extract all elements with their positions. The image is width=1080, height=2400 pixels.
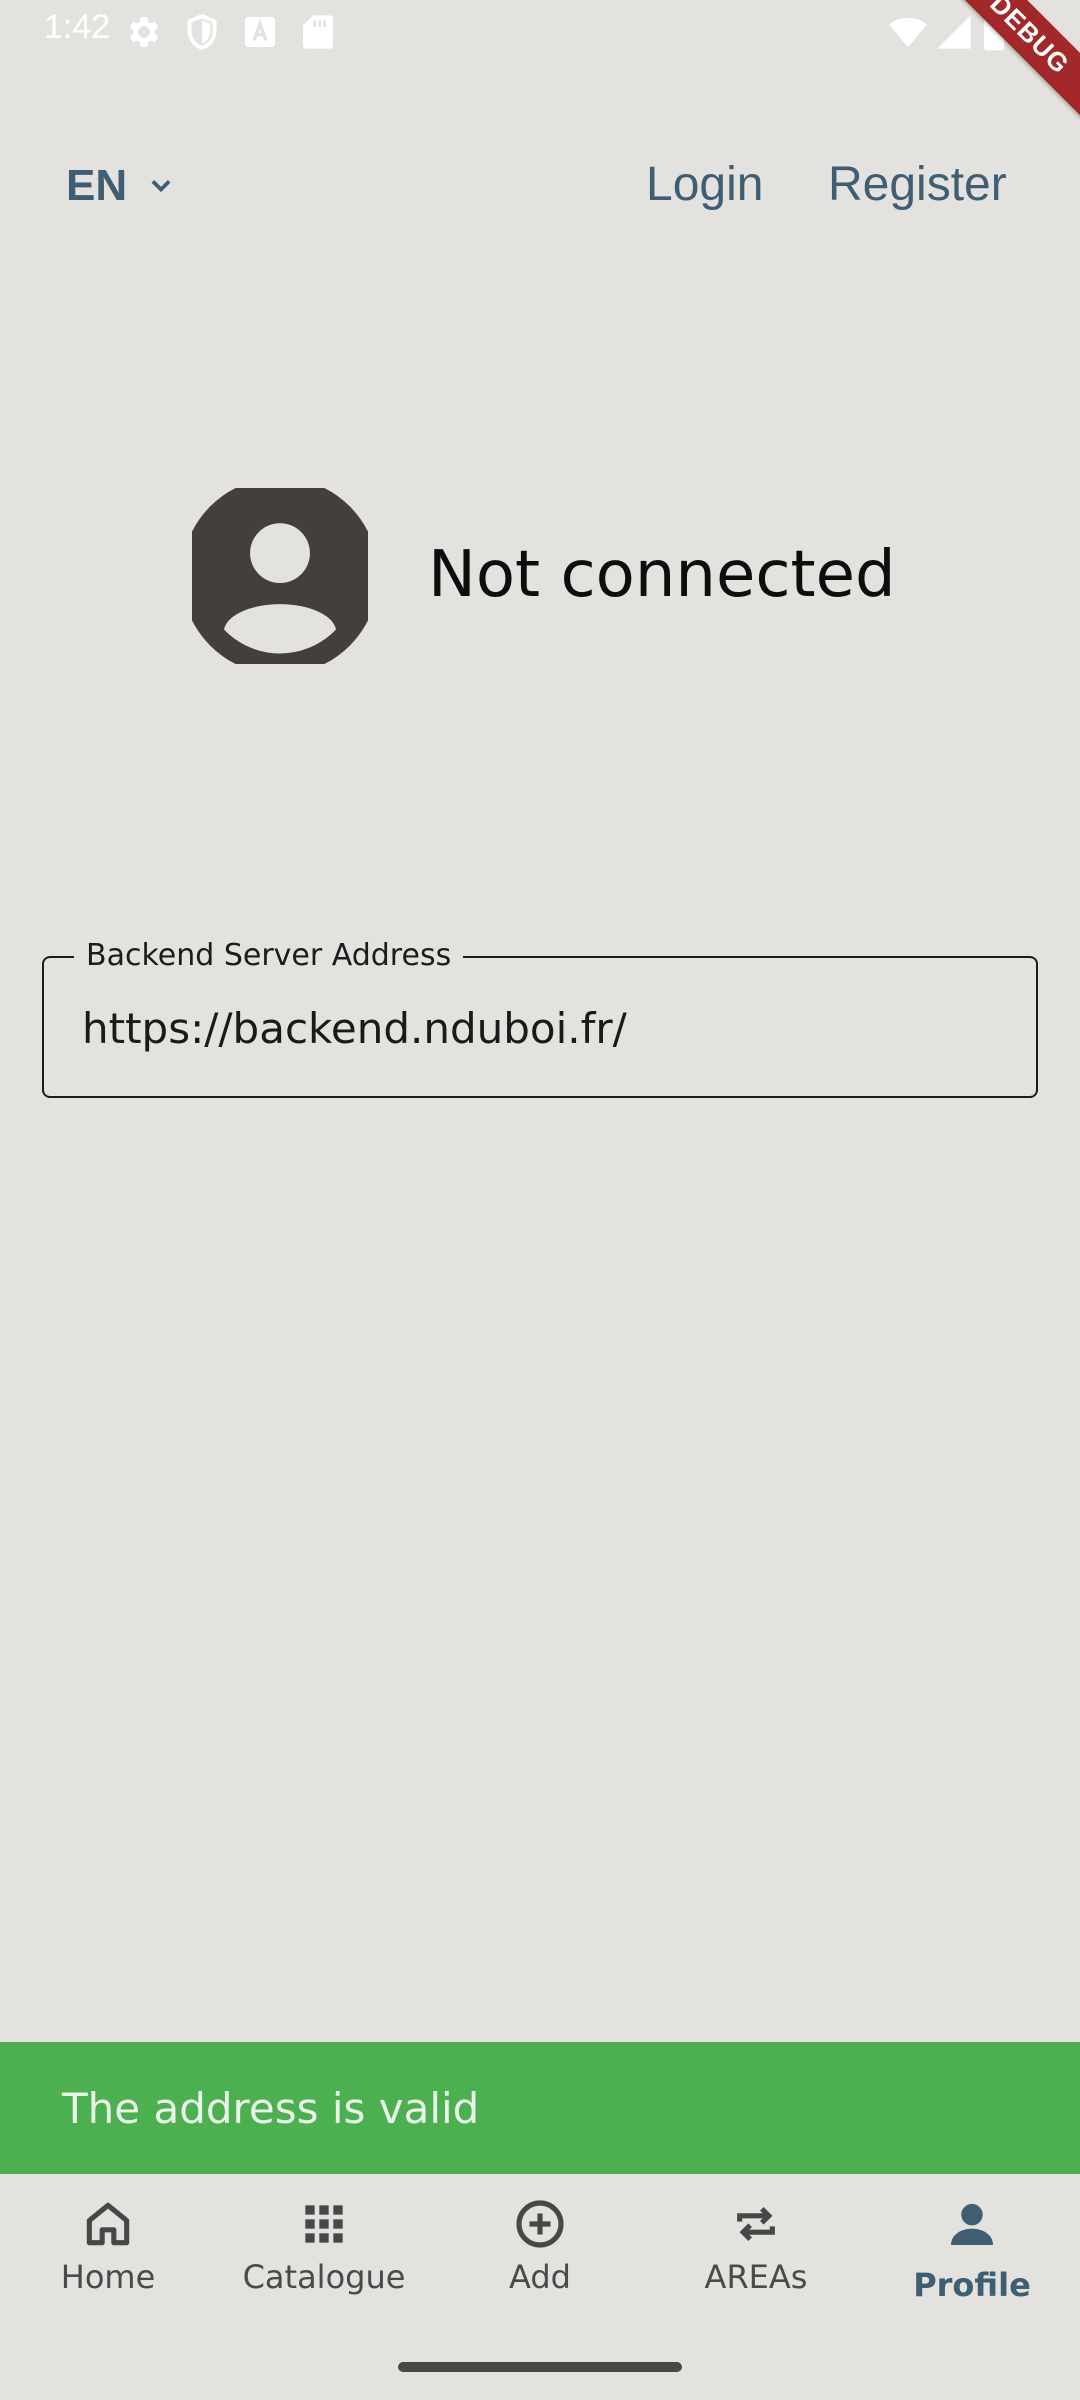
grid-icon [296, 2196, 352, 2252]
status-time: 1:42 [44, 8, 111, 46]
nav-item-catalogue[interactable]: Catalogue [224, 2196, 424, 2326]
nav-label-home: Home [60, 2258, 156, 2296]
backend-address-label: Backend Server Address [74, 938, 464, 974]
signal-icon [934, 12, 974, 52]
wifi-icon [886, 12, 930, 52]
repeat-icon [728, 2196, 784, 2252]
language-label: EN [66, 161, 128, 210]
login-button[interactable]: Login [646, 148, 763, 220]
sd-card-icon [298, 12, 338, 52]
home-icon [80, 2196, 136, 2252]
language-dropdown[interactable]: EN [66, 150, 175, 222]
nav-label-catalogue: Catalogue [242, 2258, 406, 2296]
account-circle-icon [192, 488, 368, 664]
nav-item-profile[interactable]: Profile [872, 2196, 1072, 2326]
nav-label-areas: AREAs [704, 2258, 808, 2296]
nav-item-add[interactable]: Add [440, 2196, 640, 2326]
shield-icon [182, 12, 222, 52]
nav-item-home[interactable]: Home [8, 2196, 208, 2326]
nav-label-profile: Profile [913, 2266, 1031, 2304]
connection-status: Not connected [428, 538, 896, 612]
chevron-down-icon [147, 172, 175, 200]
a-square-icon [240, 12, 280, 52]
snackbar-message: The address is valid [62, 2083, 480, 2133]
nav-item-areas[interactable]: AREAs [656, 2196, 856, 2326]
gesture-handle[interactable] [398, 2362, 682, 2372]
add-circle-icon [512, 2196, 568, 2252]
person-icon [944, 2196, 1000, 2252]
gear-icon [124, 12, 164, 52]
backend-address-input[interactable] [72, 990, 1022, 1066]
register-button[interactable]: Register [828, 148, 1007, 220]
nav-label-add: Add [509, 2258, 571, 2296]
